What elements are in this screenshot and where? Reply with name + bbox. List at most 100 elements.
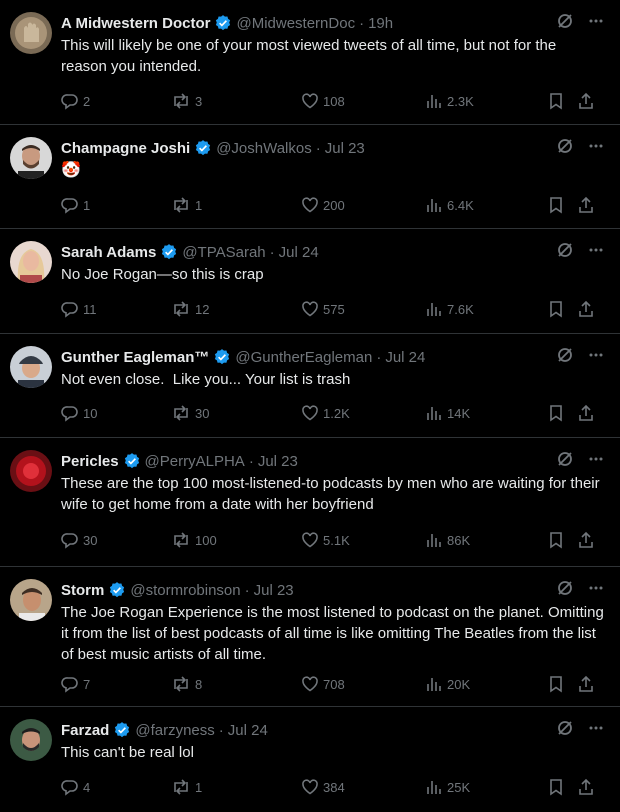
reply-button[interactable]: 30 <box>61 530 97 550</box>
timestamp[interactable]: Jul 24 <box>385 349 425 366</box>
retweet-button[interactable]: 100 <box>171 530 217 550</box>
like-button[interactable]: 384 <box>301 777 345 797</box>
share-button[interactable] <box>577 530 595 550</box>
bookmark-button[interactable] <box>548 403 564 423</box>
reply-button[interactable]: 7 <box>61 674 90 694</box>
grok-icon[interactable] <box>556 12 574 30</box>
bookmark-button[interactable] <box>548 91 564 111</box>
more-icon[interactable] <box>588 451 604 467</box>
retweet-button[interactable]: 1 <box>171 195 202 215</box>
avatar[interactable] <box>10 12 52 54</box>
like-count: 384 <box>323 779 345 795</box>
grok-icon[interactable] <box>556 137 574 155</box>
author-handle[interactable]: @PerryALPHA <box>145 453 245 470</box>
grok-icon[interactable] <box>556 579 574 597</box>
author-handle[interactable]: @TPASarah <box>182 244 265 261</box>
tweet[interactable]: Champagne Joshi @JoshWalkos · Jul 23 🤡 1… <box>0 125 620 229</box>
tweet[interactable]: Pericles @PerryALPHA · Jul 23 These are … <box>0 438 620 567</box>
author-handle[interactable]: @JoshWalkos <box>216 140 312 157</box>
more-icon[interactable] <box>588 720 604 736</box>
bookmark-button[interactable] <box>548 674 564 694</box>
author-handle[interactable]: @MidwesternDoc <box>236 15 355 32</box>
retweet-button[interactable]: 3 <box>171 91 202 111</box>
more-icon[interactable] <box>588 580 604 596</box>
bookmark-button[interactable] <box>548 299 564 319</box>
reply-button[interactable]: 11 <box>61 299 97 319</box>
views-count: 86K <box>447 532 471 548</box>
author-name[interactable]: Farzad <box>61 722 109 739</box>
share-button[interactable] <box>577 195 595 215</box>
author-name[interactable]: A Midwestern Doctor <box>61 15 210 32</box>
retweet-icon <box>174 405 188 421</box>
timestamp[interactable]: Jul 23 <box>254 582 294 599</box>
bookmark-button[interactable] <box>548 777 564 797</box>
views-button[interactable]: 86K <box>425 530 470 550</box>
reply-button[interactable]: 10 <box>61 403 97 423</box>
grok-icon[interactable] <box>556 719 574 737</box>
like-button[interactable]: 200 <box>301 195 345 215</box>
views-icon <box>427 678 441 691</box>
bookmark-button[interactable] <box>548 530 564 550</box>
views-button[interactable]: 6.4K <box>425 195 474 215</box>
share-icon <box>579 404 593 421</box>
author-name[interactable]: Pericles <box>61 453 119 470</box>
avatar[interactable] <box>10 137 52 179</box>
tweet[interactable]: Sarah Adams @TPASarah · Jul 24 No Joe Ro… <box>0 229 620 334</box>
views-button[interactable]: 7.6K <box>425 299 474 319</box>
reply-button[interactable]: 4 <box>61 777 90 797</box>
retweet-count: 100 <box>195 532 217 548</box>
share-button[interactable] <box>577 91 595 111</box>
share-button[interactable] <box>577 403 595 423</box>
timestamp[interactable]: Jul 24 <box>228 722 268 739</box>
timestamp[interactable]: Jul 23 <box>325 140 365 157</box>
share-button[interactable] <box>577 777 595 797</box>
reply-count: 1 <box>83 197 91 213</box>
author-name[interactable]: Storm <box>61 582 104 599</box>
retweet-button[interactable]: 1 <box>171 777 202 797</box>
like-button[interactable]: 1.2K <box>301 403 350 423</box>
share-button[interactable] <box>577 674 595 694</box>
views-button[interactable]: 14K <box>425 403 470 423</box>
bookmark-button[interactable] <box>548 195 564 215</box>
timestamp[interactable]: Jul 24 <box>279 244 319 261</box>
author-name[interactable]: Gunther Eagleman™ <box>61 349 209 366</box>
reply-button[interactable]: 2 <box>61 91 90 111</box>
more-icon[interactable] <box>588 138 604 154</box>
tweet[interactable]: Farzad @farzyness · Jul 24 This can't be… <box>0 707 620 812</box>
tweet[interactable]: A Midwestern Doctor @MidwesternDoc · 19h… <box>0 0 620 125</box>
author-handle[interactable]: @GuntherEagleman <box>235 349 372 366</box>
author-name[interactable]: Sarah Adams <box>61 244 156 261</box>
retweet-button[interactable]: 12 <box>171 299 209 319</box>
avatar[interactable] <box>10 579 52 621</box>
retweet-button[interactable]: 8 <box>171 674 202 694</box>
more-icon[interactable] <box>588 242 604 258</box>
tweet[interactable]: Gunther Eagleman™ @GuntherEagleman · Jul… <box>0 334 620 438</box>
like-button[interactable]: 708 <box>301 674 345 694</box>
grok-icon[interactable] <box>556 346 574 364</box>
timestamp[interactable]: Jul 23 <box>258 453 298 470</box>
like-button[interactable]: 108 <box>301 91 345 111</box>
views-button[interactable]: 25K <box>425 777 470 797</box>
share-button[interactable] <box>577 299 595 319</box>
author-handle[interactable]: @farzyness <box>135 722 214 739</box>
grok-icon[interactable] <box>556 241 574 259</box>
like-button[interactable]: 575 <box>301 299 345 319</box>
grok-icon[interactable] <box>556 450 574 468</box>
views-button[interactable]: 2.3K <box>425 91 474 111</box>
reply-button[interactable]: 1 <box>61 195 90 215</box>
timestamp[interactable]: 19h <box>368 15 393 32</box>
avatar[interactable] <box>10 241 52 283</box>
more-icon[interactable] <box>588 347 604 363</box>
separator-dot: · <box>315 139 321 157</box>
avatar[interactable] <box>10 450 52 492</box>
like-button[interactable]: 5.1K <box>301 530 350 550</box>
author-name[interactable]: Champagne Joshi <box>61 140 190 157</box>
author-handle[interactable]: @stormrobinson <box>130 582 240 599</box>
tweet-text: These are the top 100 most-listened-to p… <box>61 475 604 513</box>
views-button[interactable]: 20K <box>425 674 470 694</box>
tweet[interactable]: Storm @stormrobinson · Jul 23 The Joe Ro… <box>0 567 620 707</box>
avatar[interactable] <box>10 719 52 761</box>
more-icon[interactable] <box>588 13 604 29</box>
retweet-button[interactable]: 30 <box>171 403 209 423</box>
avatar[interactable] <box>10 346 52 388</box>
